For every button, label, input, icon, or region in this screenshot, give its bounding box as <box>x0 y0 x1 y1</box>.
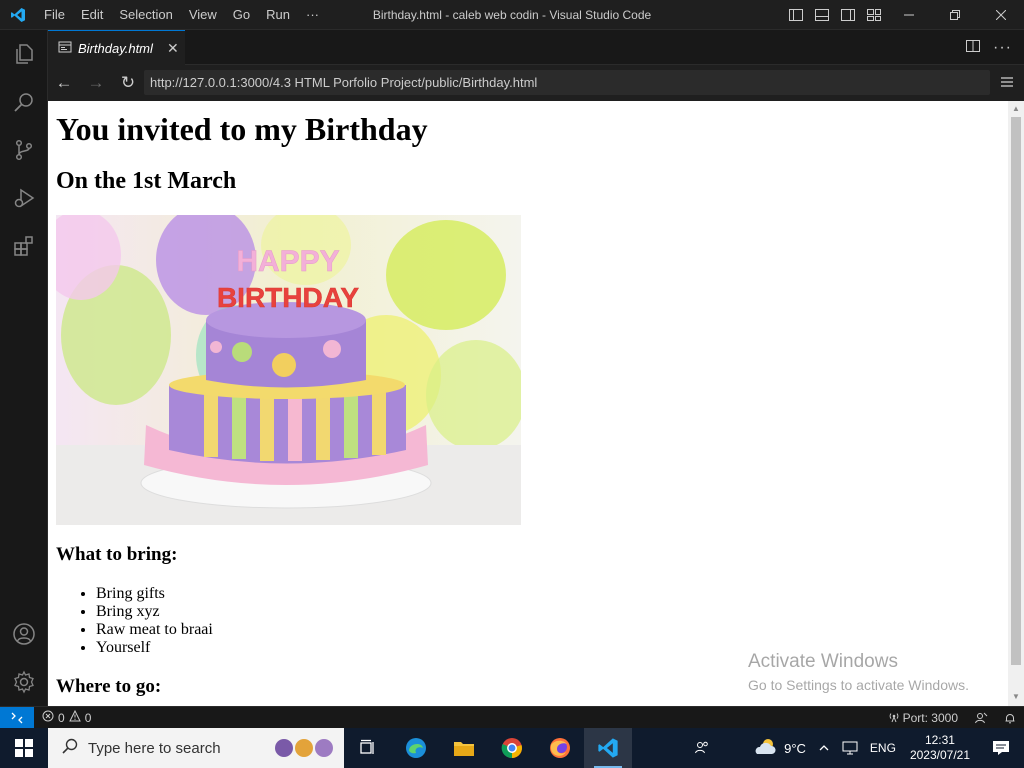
menu-run[interactable]: Run <box>258 0 298 30</box>
error-icon <box>42 710 54 725</box>
weather-widget[interactable]: 9°C <box>746 737 812 760</box>
menu-file[interactable]: File <box>36 0 73 30</box>
weather-cloud-icon <box>752 737 778 760</box>
tab-birthday-html[interactable]: Birthday.html ✕ <box>48 30 185 65</box>
page-heading: You invited to my Birthday <box>56 111 428 147</box>
search-icon[interactable] <box>0 78 48 126</box>
window-controls <box>886 0 1024 30</box>
browser-toolbar: ← → ↻ http://127.0.0.1:3000/4.3 HTML Por… <box>48 65 1024 101</box>
what-to-bring-heading: What to bring: <box>56 544 178 565</box>
broadcast-icon <box>888 711 900 726</box>
menu-selection[interactable]: Selection <box>111 0 180 30</box>
customize-layout-icon[interactable] <box>864 5 884 25</box>
clock[interactable]: 12:31 2023/07/21 <box>902 733 978 763</box>
menu-edit[interactable]: Edit <box>73 0 111 30</box>
bring-list: Bring gifts Bring xyz Raw meat to braai … <box>96 585 213 657</box>
tab-label: Birthday.html <box>78 40 153 56</box>
magnifier-icon <box>62 738 78 758</box>
port-label: Port: 3000 <box>902 711 958 725</box>
windows-start-icon[interactable] <box>0 728 48 768</box>
menu-view[interactable]: View <box>181 0 225 30</box>
list-item: Raw meat to braai <box>96 621 213 639</box>
windows-taskbar: Type here to search 9°C ENG 12:31 2023/0… <box>0 728 1024 768</box>
minimize-button[interactable] <box>886 0 932 30</box>
problems-indicator[interactable]: 0 0 <box>42 709 92 725</box>
menu-bar: File Edit Selection View Go Run ··· <box>36 0 327 30</box>
accounts-status-icon[interactable] <box>966 711 996 725</box>
page-subheading: On the 1st March <box>56 168 237 194</box>
language-indicator[interactable]: ENG <box>864 741 902 755</box>
accounts-icon[interactable] <box>0 610 48 658</box>
scroll-thumb[interactable] <box>1011 117 1021 665</box>
source-control-icon[interactable] <box>0 126 48 174</box>
scroll-down-icon[interactable]: ▼ <box>1012 693 1020 701</box>
status-bar-right: Port: 3000 <box>880 707 1024 729</box>
clock-time: 12:31 <box>924 733 955 747</box>
vscode-taskbar-icon[interactable] <box>584 728 632 768</box>
live-server-port[interactable]: Port: 3000 <box>880 711 966 726</box>
activate-windows-watermark: Activate Windows Go to Settings to activ… <box>748 651 969 693</box>
forward-arrow-icon[interactable]: → <box>80 67 112 99</box>
toggle-secondary-sidebar-icon[interactable] <box>838 5 858 25</box>
edge-browser-icon[interactable] <box>392 728 440 768</box>
toggle-panel-icon[interactable] <box>812 5 832 25</box>
toggle-primary-sidebar-icon[interactable] <box>786 5 806 25</box>
close-tab-icon[interactable]: ✕ <box>165 40 181 57</box>
settings-gear-icon[interactable] <box>0 658 48 706</box>
extensions-icon[interactable] <box>0 222 48 270</box>
title-bar: File Edit Selection View Go Run ··· Birt… <box>0 0 1024 30</box>
explorer-icon[interactable] <box>0 30 48 78</box>
activity-bar <box>0 30 48 706</box>
network-icon[interactable] <box>836 741 864 755</box>
editor-tab-bar: Birthday.html ✕ ··· <box>48 30 1024 65</box>
task-view-icon[interactable] <box>344 728 392 768</box>
chrome-icon[interactable] <box>488 728 536 768</box>
watermark-subtitle: Go to Settings to activate Windows. <box>748 677 969 693</box>
birthday-cake-image: HAPPY BIRTHDAY <box>56 215 521 525</box>
system-tray: 9°C ENG 12:31 2023/07/21 <box>688 728 1024 768</box>
svg-text:HAPPY: HAPPY <box>236 245 339 278</box>
menu-more[interactable]: ··· <box>298 0 327 30</box>
firefox-icon[interactable] <box>536 728 584 768</box>
vscode-logo-icon <box>0 0 36 30</box>
remote-indicator-icon[interactable] <box>0 706 34 729</box>
taskbar-search-input[interactable]: Type here to search <box>48 728 344 768</box>
reload-icon[interactable]: ↻ <box>112 67 144 99</box>
warning-count: 0 <box>84 710 92 725</box>
layout-controls <box>786 0 884 30</box>
scroll-up-icon[interactable]: ▲ <box>1012 105 1020 113</box>
clock-date: 2023/07/21 <box>909 748 970 762</box>
notifications-bell-icon[interactable] <box>996 712 1024 724</box>
menu-go[interactable]: Go <box>225 0 258 30</box>
run-debug-icon[interactable] <box>0 174 48 222</box>
temperature: 9°C <box>784 740 806 756</box>
browser-viewport: You invited to my Birthday On the 1st Ma… <box>48 101 1008 706</box>
file-explorer-icon[interactable] <box>440 728 488 768</box>
list-item: Bring gifts <box>96 585 213 603</box>
search-highlight-icon <box>272 736 336 764</box>
close-window-button[interactable] <box>978 0 1024 30</box>
status-bar: 0 0 Port: 3000 <box>0 706 1024 729</box>
more-actions-icon[interactable]: ··· <box>993 39 1012 57</box>
vertical-scrollbar[interactable]: ▲ ▼ <box>1008 101 1024 706</box>
watermark-title: Activate Windows <box>748 651 898 672</box>
notification-center-icon[interactable] <box>978 740 1024 756</box>
url-input[interactable]: http://127.0.0.1:3000/4.3 HTML Porfolio … <box>144 70 990 95</box>
split-editor-icon[interactable] <box>965 38 981 57</box>
svg-text:BIRTHDAY: BIRTHDAY <box>217 282 359 313</box>
back-arrow-icon[interactable]: ← <box>48 67 80 99</box>
where-to-go-heading: Where to go: <box>56 676 162 697</box>
people-icon[interactable] <box>688 740 716 756</box>
error-count: 0 <box>58 710 65 725</box>
preview-icon <box>58 40 72 57</box>
hamburger-menu-icon[interactable] <box>998 73 1016 91</box>
list-item: Yourself <box>96 639 213 657</box>
show-hidden-icons[interactable] <box>812 742 836 754</box>
editor-actions: ··· <box>965 30 1012 65</box>
restore-button[interactable] <box>932 0 978 30</box>
list-item: Bring xyz <box>96 603 213 621</box>
search-placeholder: Type here to search <box>88 739 221 757</box>
warning-icon <box>68 709 81 725</box>
